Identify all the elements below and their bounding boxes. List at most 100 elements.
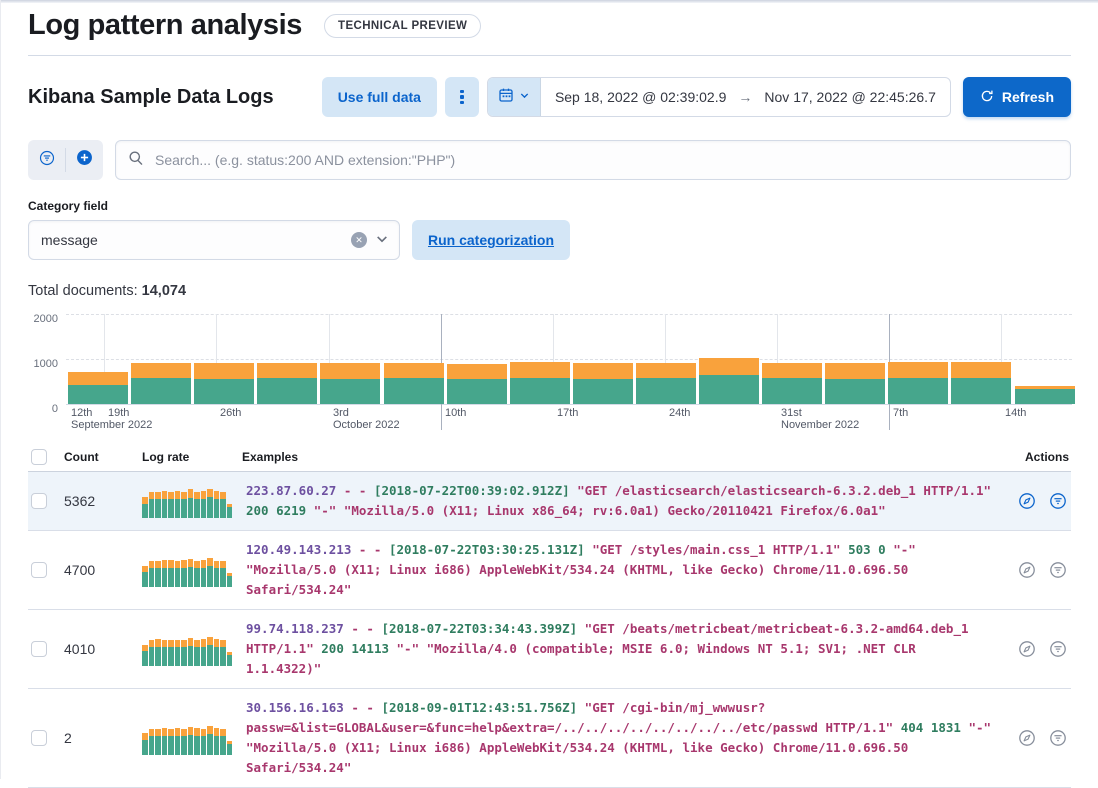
doc-count-bar[interactable] [68,372,128,404]
total-documents-value: 14,074 [142,283,186,299]
sparkline-bar [162,491,168,518]
example-token: 99.74.118.237 [246,621,344,636]
clear-selection-icon[interactable]: ✕ [351,232,367,248]
doc-count-bar[interactable] [257,363,317,404]
date-range-start[interactable]: Sep 18, 2022 @ 02:39:02.9 [555,89,726,105]
pattern-count: 4700 [64,562,142,578]
sparkline-bar [227,504,233,518]
add-filter-button[interactable] [66,140,103,180]
pattern-example: 99.74.118.237 - - [2018-07-22T03:34:43.3… [242,610,1001,688]
sparkline-bar [227,741,233,755]
example-token: "GET /styles/main.css_1 HTTP/1.1" [585,542,848,557]
toggle-filters-button[interactable] [28,140,65,180]
calendar-icon [498,87,514,108]
compass-icon [1017,639,1037,659]
log-rate-sparkline [142,553,232,587]
compass-icon [1017,728,1037,748]
example-token: [2018-07-22T00:39:02.912Z] [374,483,570,498]
doc-count-bar[interactable] [194,363,254,404]
row-checkbox[interactable] [31,730,47,746]
open-in-discover-button[interactable] [1016,727,1038,749]
example-token: - - [351,542,389,557]
open-in-discover-button[interactable] [1016,490,1038,512]
datasource-title: Kibana Sample Data Logs [28,86,322,109]
run-categorization-button[interactable]: Run categorization [412,220,570,260]
example-token: 120.49.143.213 [246,542,351,557]
open-in-discover-button[interactable] [1016,638,1038,660]
x-axis-month-label: September 2022 [71,419,152,431]
sparkline-bar [155,561,161,588]
example-token: [2018-07-22T03:30:25.131Z] [389,542,585,557]
sparkline-bar [201,491,207,518]
sparkline-bar [220,640,226,666]
example-token: 30.156.16.163 [246,700,344,715]
log-rate-sparkline [142,484,232,518]
example-token: "GET /elasticsearch/elasticsearch-6.3.2.… [570,483,999,498]
sparkline-bar [194,492,200,519]
doc-count-bar[interactable] [573,363,633,404]
row-checkbox[interactable] [31,641,47,657]
doc-count-bar[interactable] [699,358,759,404]
total-documents-label: Total documents: [28,283,138,299]
header-divider [28,55,1071,56]
quick-select-button[interactable] [488,78,541,116]
sparkline-bar [207,726,213,755]
refresh-button[interactable]: Refresh [963,77,1071,117]
x-axis-tick: 7th [893,407,908,419]
doc-count-bar[interactable] [510,362,570,404]
sparkline-bar [155,729,161,755]
sparkline-bar [142,645,148,666]
row-checkbox[interactable] [31,562,47,578]
sparkline-bar [207,489,213,518]
doc-count-bar[interactable] [447,364,507,404]
log-rate-sparkline [142,632,232,666]
sparkline-bar [155,492,161,519]
filter-in-circle-icon [1048,560,1068,580]
sparkline-bar [181,640,187,666]
sparkline-bar [188,638,194,666]
category-field-label: Category field [28,199,1071,213]
sparkline-bar [188,559,194,587]
filter-pattern-button[interactable] [1047,490,1069,512]
filter-pattern-button[interactable] [1047,727,1069,749]
filter-pattern-button[interactable] [1047,638,1069,660]
sparkline-bar [227,652,233,666]
open-in-discover-button[interactable] [1016,559,1038,581]
filter-in-circle-icon [1048,728,1068,748]
pattern-count: 4010 [64,641,142,657]
sparkline-bar [220,729,226,755]
y-axis-label: 2000 [28,313,58,325]
sparkline-bar [175,640,181,667]
doc-count-bar[interactable] [131,363,191,404]
doc-count-bar[interactable] [951,362,1011,404]
patterns-table: Count Log rate Examples Actions 5362223.… [28,442,1071,788]
table-row: 5362223.87.60.27 - - [2018-07-22T00:39:0… [28,472,1071,531]
row-checkbox[interactable] [31,493,47,509]
doc-count-bar[interactable] [384,363,444,404]
doc-count-bar[interactable] [636,363,696,404]
sparkline-bar [214,491,220,518]
x-axis-tick: 14th [1005,407,1026,419]
x-axis-tick: 10th [445,407,466,419]
more-options-button[interactable] [445,77,479,117]
doc-count-bar[interactable] [888,362,948,404]
technical-preview-badge: TECHNICAL PREVIEW [324,14,481,38]
sparkline-bar [142,497,148,518]
sparkline-bar [149,729,155,756]
sparkline-bar [162,640,168,667]
doc-count-bar[interactable] [825,363,885,404]
select-all-checkbox[interactable] [31,449,47,465]
example-token: "-" "Mozilla/5.0 (X11; Linux x86_64; rv:… [306,503,885,518]
doc-count-bar[interactable] [762,363,822,404]
sparkline-bar [155,639,161,666]
filter-pattern-button[interactable] [1047,559,1069,581]
search-input[interactable] [153,151,1058,169]
pattern-example: 120.49.143.213 - - [2018-07-22T03:30:25.… [242,531,1001,609]
doc-count-bar[interactable] [1015,386,1075,404]
example-token: 200 14113 [321,641,389,656]
use-full-data-button[interactable]: Use full data [322,77,437,117]
doc-count-bar[interactable] [320,363,380,404]
example-token: 200 6219 [246,503,306,518]
category-field-select[interactable]: message ✕ [28,220,400,260]
date-range-end[interactable]: Nov 17, 2022 @ 22:45:26.7 [764,89,935,105]
